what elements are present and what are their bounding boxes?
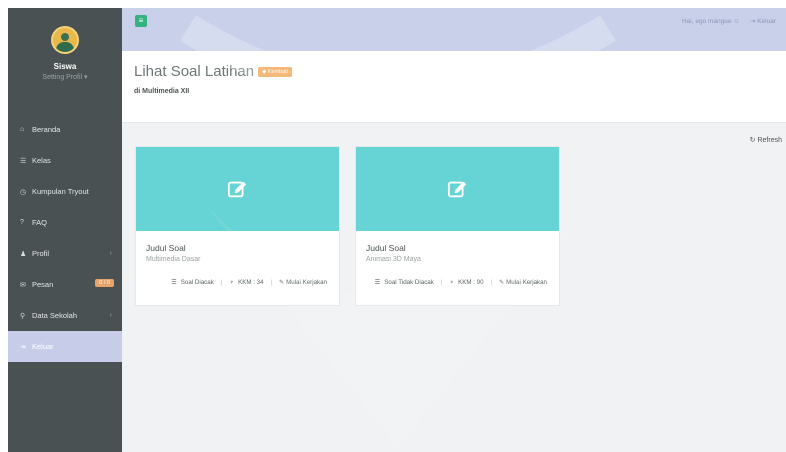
list-icon: ☰: [171, 279, 177, 286]
top-bar: ≡ Hai, ego mangue ☺ ⇥ Keluar: [122, 8, 786, 51]
user-icon: ♟: [20, 250, 27, 258]
logout-link[interactable]: ⇥ Keluar: [750, 17, 776, 25]
edit-icon: [227, 181, 246, 198]
graduation-cap-icon: ☰: [20, 157, 27, 165]
sidebar-item-kumpulan-tryout[interactable]: ◷ Kumpulan Tryout: [8, 176, 122, 207]
card-title: Judul Soal: [146, 243, 186, 253]
sidebar-item-label: Beranda: [32, 125, 61, 134]
clock-icon: ◷: [20, 188, 27, 196]
logout-icon: ⇥: [749, 18, 756, 25]
sidebar-item-label: Data Sekolah: [32, 311, 78, 320]
main-content: Lihat Soal Latihan ◆ Kembali di Multimed…: [122, 51, 786, 452]
sidebar-item-beranda[interactable]: ⌂ Beranda: [8, 114, 122, 145]
sidebar-item-faq[interactable]: ? FAQ: [8, 207, 122, 238]
profile-panel: Siswa Setting Profil ▾: [8, 8, 122, 114]
question-icon: ?: [20, 219, 24, 226]
page-title: Lihat Soal Latihan: [134, 63, 255, 80]
card-meta: ☰ Soal Diacak | ♆ KKM : 34 | ✎ Mulai Ker…: [171, 279, 327, 286]
hamburger-icon: ≡: [138, 16, 144, 25]
page-subtitle: di Multimedia XII: [134, 88, 190, 95]
sidebar-item-label: FAQ: [32, 218, 48, 227]
logout-icon: ⇥: [20, 343, 26, 351]
top-right-user: Hai, ego mangue ☺ ⇥ Keluar: [682, 17, 776, 26]
sidebar-item-data-sekolah[interactable]: ⚲ Data Sekolah ‹: [8, 300, 122, 331]
pencil-icon: ✎: [279, 279, 285, 286]
logout-label: Keluar: [757, 18, 776, 25]
trophy-icon: ♆: [449, 279, 455, 286]
start-button[interactable]: ✎ Mulai Kerjakan: [279, 279, 327, 286]
search-icon: ⚲: [20, 312, 26, 320]
card-hero: [356, 147, 559, 231]
mail-icon: ✉: [20, 281, 26, 289]
sidebar: Siswa Setting Profil ▾ ⌂ Beranda ☰ Kelas…: [8, 8, 122, 452]
message-count-badge: 0 / 0: [95, 279, 114, 287]
home-icon: ⌂: [20, 126, 25, 133]
sidebar-item-label: Pesan: [32, 280, 54, 289]
start-label: Mulai Kerjakan: [506, 279, 547, 286]
setting-profile-dropdown[interactable]: Setting Profil ▾: [42, 73, 87, 81]
edit-icon: [447, 181, 466, 198]
card-subject: Animasi 3D Maya: [366, 256, 421, 263]
kkm-value: KKM : 34: [238, 279, 264, 286]
menu-toggle-button[interactable]: ≡: [135, 15, 147, 27]
pencil-icon: ✎: [499, 279, 505, 286]
trophy-icon: ♆: [229, 279, 235, 286]
page-header: Lihat Soal Latihan ◆ Kembali di Multimed…: [122, 51, 786, 123]
sidebar-item-keluar[interactable]: ⇥ Keluar: [8, 331, 122, 362]
chevron-left-icon: ‹: [109, 250, 112, 257]
sidebar-item-kelas[interactable]: ☰ Kelas: [8, 145, 122, 176]
sidebar-item-label: Kumpulan Tryout: [32, 187, 89, 196]
card-meta: ☰ Soal Tidak Diacak | ♆ KKM : 90 | ✎ Mul…: [374, 279, 547, 286]
kkm-value: KKM : 90: [458, 279, 484, 286]
profile-name: Siswa: [53, 62, 77, 71]
app-frame: Siswa Setting Profil ▾ ⌂ Beranda ☰ Kelas…: [8, 8, 786, 452]
card-subject: Multimedia Dasar: [146, 256, 201, 263]
start-label: Mulai Kerjakan: [286, 279, 327, 286]
refresh-icon: ↻: [749, 137, 756, 144]
sidebar-item-pesan[interactable]: ✉ Pesan 0 / 0: [8, 269, 122, 300]
sidebar-item-label: Profil: [32, 249, 50, 258]
soal-card: Judul Soal Multimedia Dasar ☰ Soal Diaca…: [135, 146, 340, 306]
refresh-label: Refresh: [757, 137, 782, 144]
list-icon: ☰: [374, 279, 381, 286]
sidebar-item-label: Kelas: [32, 156, 51, 165]
avatar[interactable]: [51, 26, 79, 54]
start-button[interactable]: ✎ Mulai Kerjakan: [499, 279, 547, 286]
soal-card: Judul Soal Animasi 3D Maya ☰ Soal Tidak …: [355, 146, 560, 306]
sidebar-item-label: Keluar: [32, 342, 54, 351]
chevron-left-icon: ‹: [109, 312, 112, 319]
refresh-button[interactable]: ↻ Refresh: [750, 136, 782, 144]
card-title: Judul Soal: [366, 243, 406, 253]
soal-mode: Soal Diacak: [180, 279, 214, 286]
card-hero: [136, 147, 339, 231]
sidebar-item-profil[interactable]: ♟ Profil ‹: [8, 238, 122, 269]
user-greeting[interactable]: Hai, ego mangue ☺: [682, 18, 740, 25]
sidebar-nav: ⌂ Beranda ☰ Kelas ◷ Kumpulan Tryout ? FA…: [8, 114, 122, 362]
soal-mode: Soal Tidak Diacak: [384, 279, 434, 286]
back-button[interactable]: ◆ Kembali: [258, 66, 292, 77]
